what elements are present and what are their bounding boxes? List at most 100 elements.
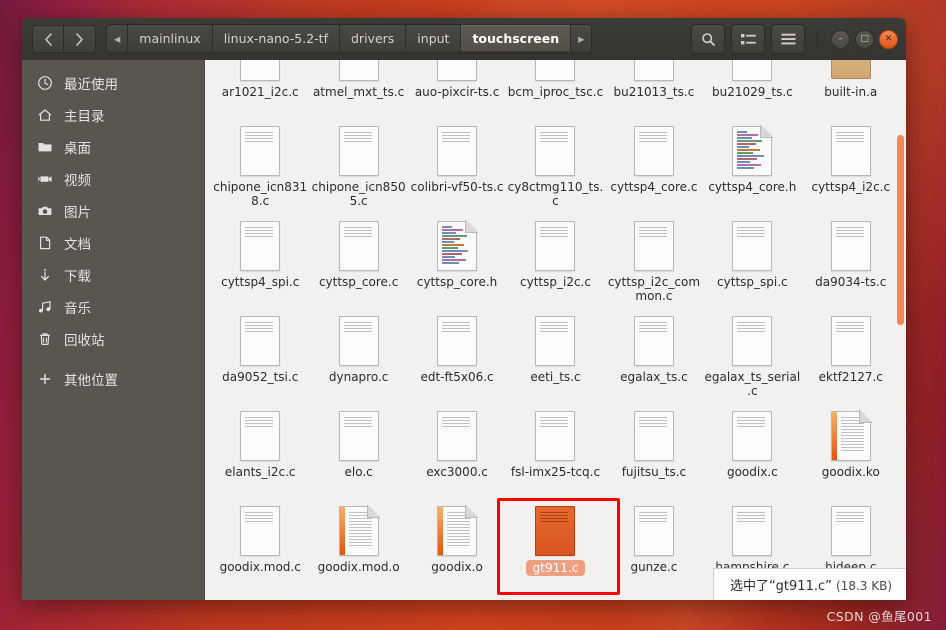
icon-text-lines (835, 132, 864, 144)
breadcrumb-item-touchscreen[interactable]: touchscreen (461, 25, 572, 51)
file-item[interactable]: goodix.mod.o (309, 501, 407, 596)
file-item[interactable]: Ccyttsp_i2c_common.c (546, 60, 703, 311)
file-item[interactable]: goodix.ko (802, 406, 900, 501)
minimize-button[interactable]: – (831, 29, 850, 49)
file-name-label: cyttsp_i2c_common.c (607, 275, 701, 303)
file-name-label: goodix.o (431, 560, 483, 574)
file-item[interactable]: built-in.a (802, 60, 900, 121)
file-item[interactable]: Ccyttsp_spi.c (546, 60, 801, 311)
forward-button[interactable] (64, 25, 96, 53)
close-button[interactable]: ✕ (879, 29, 898, 49)
page-fold (366, 505, 380, 518)
breadcrumb-item-mainlinux[interactable]: mainlinux (128, 25, 213, 51)
file-item-selected[interactable]: Cgt911.c (506, 60, 604, 596)
vertical-scrollbar[interactable] (897, 135, 904, 325)
file-item[interactable]: Cfujitsu_ts.c (546, 60, 703, 501)
file-item[interactable]: C (211, 60, 566, 600)
object-file-icon (830, 410, 872, 461)
sidebar-item-downloads[interactable]: 下载 (22, 259, 204, 291)
file-item[interactable]: Cauo-pixcir-ts.c (408, 60, 565, 121)
sidebar-item-music[interactable]: 音乐 (22, 291, 204, 323)
file-item[interactable]: Car1021_i2c.c (211, 60, 565, 121)
file-item[interactable]: Cbcm_iproc_tsc.c (506, 60, 604, 121)
c-source-file-icon (535, 126, 576, 176)
sidebar-item-other-locations[interactable]: 其他位置 (22, 363, 204, 395)
icon-text-lines (835, 322, 864, 334)
breadcrumb-item-drivers[interactable]: drivers (340, 25, 407, 51)
file-item[interactable]: Ccyttsp4_core.c (546, 60, 703, 216)
file-item[interactable]: Cbu21029_ts.c (546, 60, 801, 121)
file-item[interactable]: Ccolibri-vf50-ts.c (408, 60, 566, 216)
file-item[interactable]: C (408, 60, 566, 600)
file-item[interactable]: Cegalax_ts.c (546, 60, 703, 406)
icon-text-lines (835, 227, 864, 239)
file-item[interactable]: Ccyttsp4_spi.c (211, 60, 565, 311)
sidebar-item-home[interactable]: 主目录 (22, 99, 204, 131)
file-name-label: cyttsp4_core.h (708, 180, 797, 194)
file-item[interactable]: Cchipone_icn8318.c (211, 60, 565, 216)
file-item[interactable]: Cedt-ft5x06.c (408, 60, 565, 406)
sidebar-item-pictures[interactable]: 图片 (22, 195, 204, 227)
file-manager-window: ◂ mainlinux linux-nano-5.2-tf drivers in… (22, 18, 906, 600)
file-item[interactable]: Cda9034-ts.c (546, 60, 900, 311)
sidebar-item-documents[interactable]: 文档 (22, 227, 204, 259)
sidebar-item-videos[interactable]: 视频 (22, 163, 204, 195)
file-item[interactable]: Ccyttsp4_i2c.c (546, 60, 900, 216)
file-item[interactable]: Cda9052_tsi.c (211, 60, 565, 406)
file-item[interactable]: Ceeti_ts.c (506, 60, 604, 406)
file-name-label: exc3000.c (426, 465, 488, 479)
page-shape (240, 60, 281, 81)
page-fold (760, 125, 774, 138)
file-item[interactable]: Celo.c (309, 60, 565, 501)
breadcrumb-overflow-left[interactable]: ◂ (107, 25, 129, 51)
view-options-button[interactable] (731, 24, 765, 54)
file-name-label: cy8ctmg110_ts.c (507, 180, 604, 208)
file-item[interactable]: Catmel_mxt_ts.c (309, 60, 565, 121)
icon-text-lines (737, 512, 766, 524)
sidebar-item-label: 视频 (64, 173, 91, 189)
c-source-file-icon (633, 506, 674, 556)
file-item[interactable]: Cchipone_icn8505.c (309, 60, 566, 216)
file-item[interactable]: Cbu21013_ts.c (546, 60, 703, 121)
file-name-label: cyttsp_i2c.c (520, 275, 591, 289)
file-item[interactable]: Ccyttsp_i2c.c (506, 60, 604, 311)
file-item[interactable]: Cgoodix.mod.c (211, 60, 566, 596)
breadcrumb-item-linux-nano[interactable]: linux-nano-5.2-tf (212, 25, 340, 51)
file-item[interactable]: Cgunze.c (546, 60, 703, 596)
back-button[interactable] (32, 25, 64, 53)
maximize-button[interactable]: □ (855, 29, 874, 49)
file-item[interactable]: C (506, 60, 604, 600)
file-item[interactable]: cyttsp4_core.h (703, 121, 801, 216)
menu-button[interactable] (771, 24, 805, 54)
file-item[interactable]: goodix.o (408, 501, 506, 596)
file-grid-area[interactable]: Car1021_i2c.cCatmel_mxt_ts.cCauo-pixcir-… (205, 60, 906, 600)
file-item[interactable]: cyttsp_core.h (408, 216, 506, 311)
c-source-file-icon (240, 506, 281, 556)
search-button[interactable] (691, 24, 725, 54)
icon-text-lines (245, 132, 274, 144)
file-item[interactable]: Cektf2127.c (546, 60, 900, 406)
file-item[interactable]: Cegalax_ts_serial.c (546, 60, 801, 406)
c-source-file-icon (830, 126, 871, 176)
page-shape (732, 60, 773, 81)
file-item[interactable]: Cgoodix.c (546, 60, 801, 501)
file-item[interactable]: C (309, 60, 566, 600)
file-name-label: cyttsp_core.h (416, 275, 498, 289)
sidebar-item-trash[interactable]: 回收站 (22, 323, 204, 355)
breadcrumb-item-input[interactable]: input (406, 25, 462, 51)
file-name-label: dynapro.c (328, 370, 389, 384)
file-item[interactable]: Ccyttsp_core.c (309, 60, 566, 311)
icon-text-lines (638, 132, 667, 144)
file-item[interactable]: Ccy8ctmg110_ts.c (506, 60, 604, 216)
file-item[interactable]: Cfsl-imx25-tcq.c (506, 60, 604, 501)
header-file-icon (732, 125, 774, 176)
file-item[interactable]: Celants_i2c.c (211, 60, 566, 501)
sidebar-item-desktop[interactable]: 桌面 (22, 131, 204, 163)
file-item[interactable]: Cexc3000.c (408, 60, 565, 501)
video-icon (32, 171, 58, 187)
sidebar-item-label: 图片 (64, 205, 91, 221)
sidebar-item-recent[interactable]: 最近使用 (22, 67, 204, 99)
breadcrumb-overflow-right[interactable]: ▸ (571, 25, 592, 51)
file-item[interactable]: Cdynapro.c (309, 60, 566, 406)
file-item[interactable]: C (546, 60, 703, 600)
